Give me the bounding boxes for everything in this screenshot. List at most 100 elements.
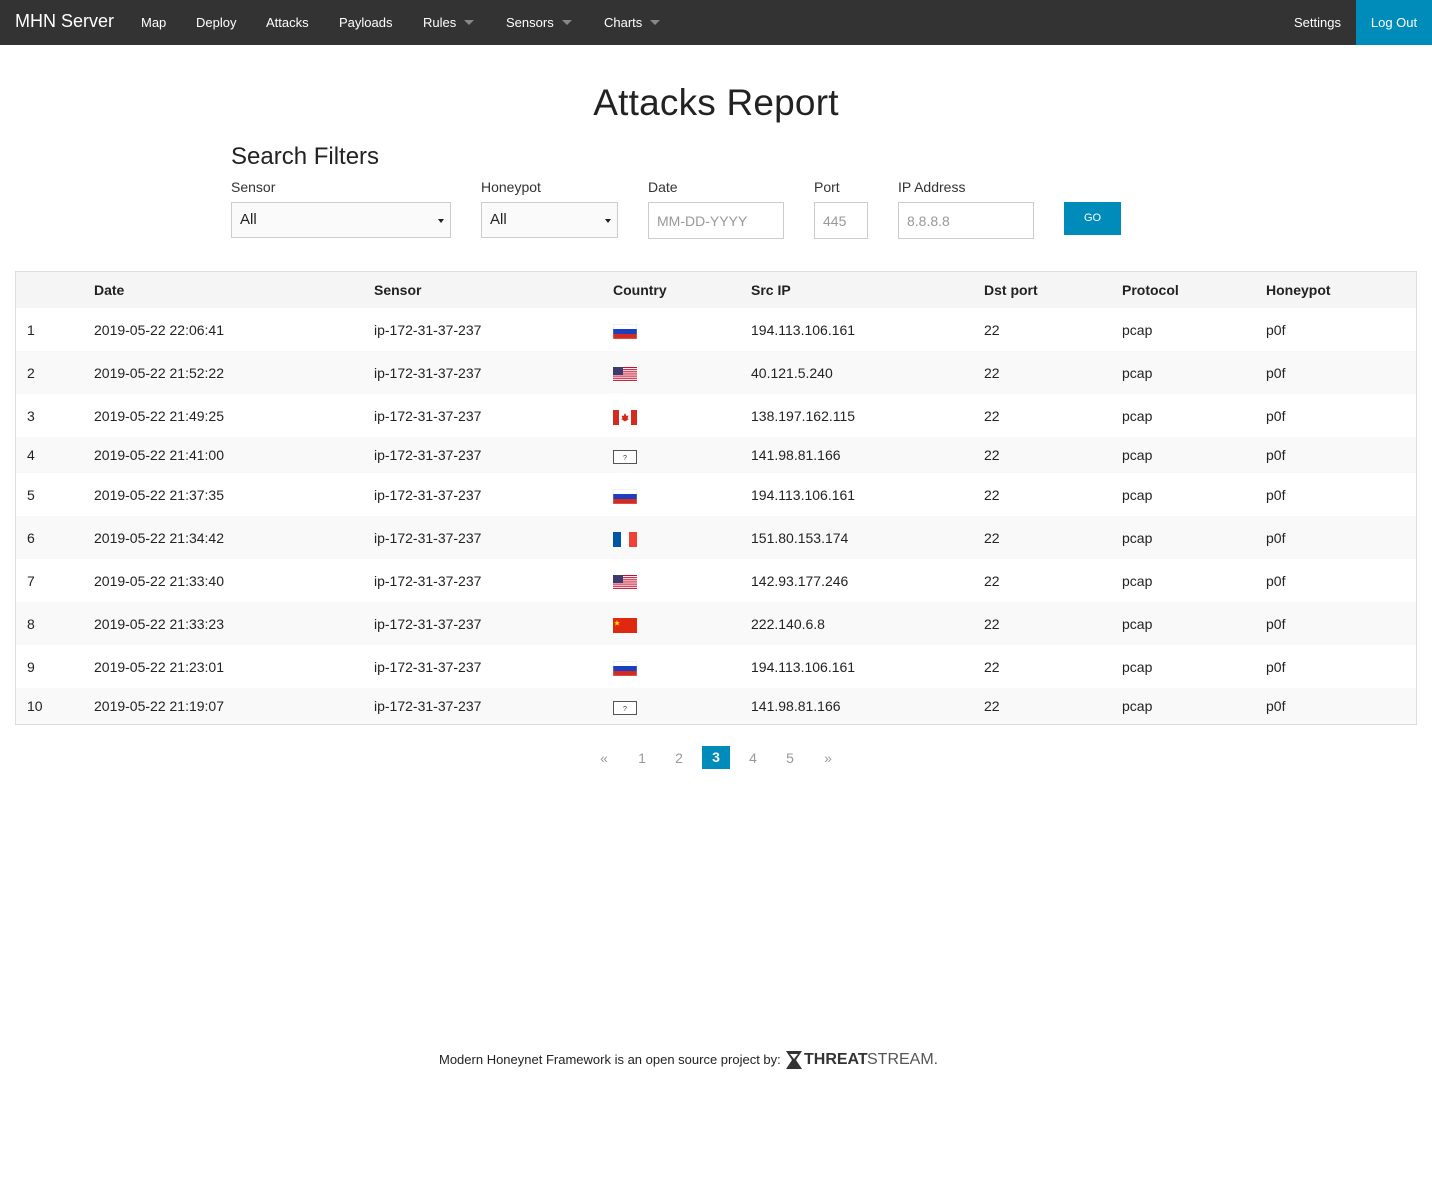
- cell-dst-port: 22: [984, 322, 1000, 338]
- cell-dst-port: 22: [984, 408, 1000, 424]
- nav-settings[interactable]: Settings: [1294, 15, 1341, 30]
- cell-honeypot: p0f: [1266, 698, 1286, 714]
- cell-dst-port: 22: [984, 659, 1000, 675]
- port-input[interactable]: 445: [814, 202, 868, 239]
- country-flag-icon: [613, 532, 637, 547]
- nav-sensors-dropdown[interactable]: Sensors: [506, 15, 572, 30]
- nav-charts-label: Charts: [604, 15, 643, 30]
- cell-sensor: ip-172-31-37-237: [374, 698, 482, 714]
- go-button[interactable]: GO: [1064, 202, 1121, 235]
- country-flag-icon: [613, 410, 637, 425]
- pagination-next[interactable]: »: [818, 750, 838, 766]
- cell-protocol: pcap: [1122, 698, 1153, 714]
- table-row: 10 2019-05-22 21:19:07 ip-172-31-37-237 141…: [16, 688, 1416, 724]
- table-row: 9 2019-05-22 21:23:01 ip-172-31-37-237 194.…: [16, 645, 1416, 688]
- nav-charts-dropdown[interactable]: Charts: [604, 15, 661, 30]
- country-flag-icon: [613, 618, 637, 633]
- sensor-select[interactable]: All: [231, 202, 451, 238]
- brand-link[interactable]: MHN Server: [15, 11, 114, 32]
- country-flag-icon: [613, 575, 637, 590]
- cell-sensor: ip-172-31-37-237: [374, 530, 482, 546]
- page-link-2[interactable]: 2: [669, 750, 689, 766]
- cell-dst-port: 22: [984, 616, 1000, 632]
- table-row: 8 2019-05-22 21:33:23 ip-172-31-37-237 222.…: [16, 602, 1416, 645]
- cell-sensor: ip-172-31-37-237: [374, 616, 482, 632]
- cell-dst-port: 22: [984, 487, 1000, 503]
- cell-sensor: ip-172-31-37-237: [374, 573, 482, 589]
- cell-sensor: ip-172-31-37-237: [374, 487, 482, 503]
- sensor-select-value: All: [240, 211, 257, 228]
- port-label: Port: [814, 179, 840, 195]
- row-number: 4: [27, 447, 35, 463]
- cell-honeypot: p0f: [1266, 408, 1286, 424]
- top-navbar: MHN Server Map Deploy Attacks Payloads R…: [0, 0, 1432, 45]
- svg-text:?: ?: [623, 455, 627, 462]
- row-number: 3: [27, 408, 35, 424]
- cell-src-ip: 222.140.6.8: [751, 616, 825, 632]
- row-number: 9: [27, 659, 35, 675]
- cell-dst-port: 22: [984, 698, 1000, 714]
- cell-dst-port: 22: [984, 530, 1000, 546]
- cell-protocol: pcap: [1122, 487, 1153, 503]
- cell-protocol: pcap: [1122, 616, 1153, 632]
- date-input[interactable]: MM-DD-YYYY: [648, 202, 784, 239]
- cell-honeypot: p0f: [1266, 573, 1286, 589]
- nav-payloads[interactable]: Payloads: [339, 15, 392, 30]
- table-row: 2 2019-05-22 21:52:22 ip-172-31-37-237 40.1…: [16, 351, 1416, 394]
- honeypot-label: Honeypot: [481, 179, 541, 195]
- cell-honeypot: p0f: [1266, 447, 1286, 463]
- cell-honeypot: p0f: [1266, 616, 1286, 632]
- header-sensor: Sensor: [374, 282, 422, 298]
- nav-map[interactable]: Map: [141, 15, 166, 30]
- ip-address-input[interactable]: 8.8.8.8: [898, 202, 1034, 239]
- cell-date: 2019-05-22 21:33:23: [94, 616, 224, 632]
- country-flag-icon: ?: [613, 701, 637, 715]
- cell-sensor: ip-172-31-37-237: [374, 659, 482, 675]
- table-header: Date Sensor Country Src IP Dst port Prot…: [16, 272, 1416, 308]
- cell-date: 2019-05-22 21:19:07: [94, 698, 224, 714]
- chevron-down-icon: [464, 20, 475, 25]
- honeypot-select[interactable]: All: [481, 202, 618, 238]
- cell-date: 2019-05-22 21:52:22: [94, 365, 224, 381]
- cell-src-ip: 142.93.177.246: [751, 573, 849, 589]
- cell-src-ip: 194.113.106.161: [751, 322, 856, 338]
- search-filters-heading: Search Filters: [231, 143, 380, 170]
- date-label: Date: [648, 179, 678, 195]
- nav-rules-dropdown[interactable]: Rules: [423, 15, 475, 30]
- page-link-1[interactable]: 1: [632, 750, 652, 766]
- header-dst-port: Dst port: [984, 282, 1038, 298]
- attacks-table: Date Sensor Country Src IP Dst port Prot…: [15, 271, 1417, 725]
- logout-button[interactable]: Log Out: [1356, 0, 1432, 45]
- country-flag-icon: [613, 489, 637, 504]
- cell-honeypot: p0f: [1266, 322, 1286, 338]
- page-link-3-active[interactable]: 3: [702, 746, 730, 769]
- page-link-4[interactable]: 4: [743, 750, 763, 766]
- select-arrow-icon: [605, 219, 611, 223]
- cell-dst-port: 22: [984, 365, 1000, 381]
- row-number: 10: [27, 698, 43, 714]
- cell-honeypot: p0f: [1266, 530, 1286, 546]
- cell-honeypot: p0f: [1266, 659, 1286, 675]
- cell-src-ip: 194.113.106.161: [751, 659, 856, 675]
- cell-protocol: pcap: [1122, 408, 1153, 424]
- cell-date: 2019-05-22 22:06:41: [94, 322, 224, 338]
- header-src-ip: Src IP: [751, 282, 791, 298]
- logo-text-stream: STREAM.: [867, 1051, 939, 1068]
- nav-attacks[interactable]: Attacks: [266, 15, 309, 30]
- header-honeypot: Honeypot: [1266, 282, 1331, 298]
- cell-date: 2019-05-22 21:34:42: [94, 530, 224, 546]
- chevron-down-icon: [650, 20, 661, 25]
- cell-date: 2019-05-22 21:37:35: [94, 487, 224, 503]
- row-number: 2: [27, 365, 35, 381]
- cell-src-ip: 194.113.106.161: [751, 487, 856, 503]
- table-row: 5 2019-05-22 21:37:35 ip-172-31-37-237 194.…: [16, 473, 1416, 516]
- cell-src-ip: 40.121.5.240: [751, 365, 833, 381]
- cell-src-ip: 141.98.81.166: [751, 698, 841, 714]
- cell-protocol: pcap: [1122, 659, 1153, 675]
- threatstream-logo-icon: [786, 1051, 802, 1069]
- nav-deploy[interactable]: Deploy: [196, 15, 236, 30]
- page-link-5[interactable]: 5: [780, 750, 800, 766]
- cell-src-ip: 141.98.81.166: [751, 447, 841, 463]
- pagination-prev[interactable]: «: [594, 750, 614, 766]
- nav-sensors-label: Sensors: [506, 15, 554, 30]
